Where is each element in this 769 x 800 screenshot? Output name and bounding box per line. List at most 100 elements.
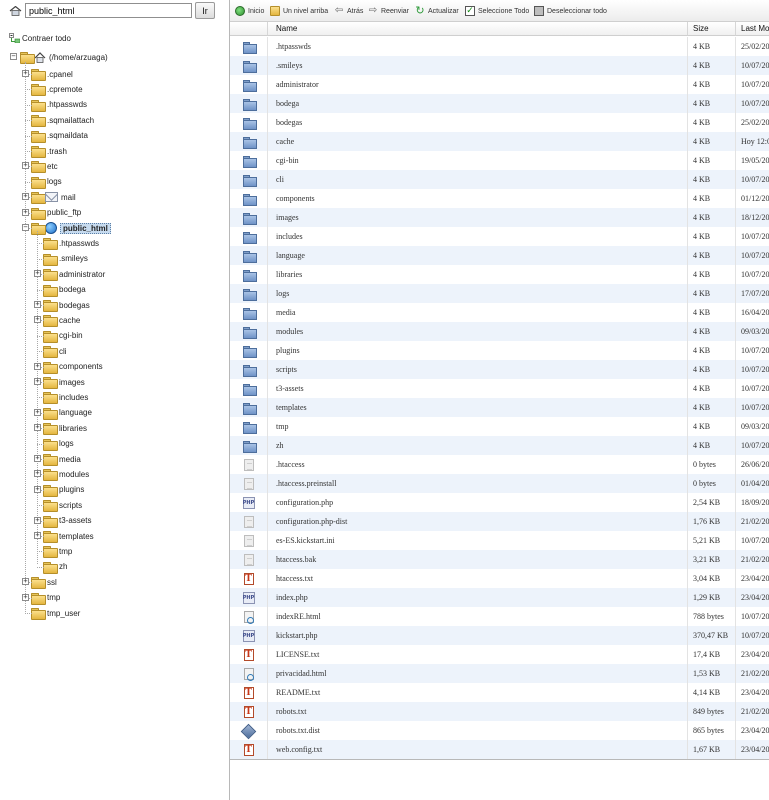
file-name[interactable]: zh [268, 436, 688, 455]
column-header-size[interactable]: Size [688, 22, 736, 36]
file-row[interactable]: PHP kickstart.php 370,47 KB 10/07/20 [230, 626, 769, 645]
file-name[interactable]: media [268, 303, 688, 322]
tree-node[interactable]: public_html [31, 221, 111, 235]
file-name[interactable]: es-ES.kickstart.ini [268, 531, 688, 550]
tree-node[interactable]: logs [31, 175, 62, 189]
file-name[interactable]: robots.txt [268, 702, 688, 721]
tree-expand-toggle[interactable]: + [22, 193, 29, 201]
file-row[interactable]: scripts 4 KB 10/07/20 [230, 360, 769, 379]
file-name[interactable]: scripts [268, 360, 688, 379]
tree-node[interactable]: modules [43, 467, 89, 482]
tree-expand-toggle[interactable]: + [22, 593, 29, 601]
tree-node[interactable]: images [43, 375, 85, 389]
file-row[interactable]: bodega 4 KB 10/07/20 [230, 94, 769, 113]
back-button[interactable]: ⇦ Atrás [334, 5, 364, 17]
tree-expand-toggle[interactable]: + [34, 470, 41, 478]
file-row[interactable]: .smileys 4 KB 10/07/20 [230, 56, 769, 75]
tree-node[interactable]: cli [43, 344, 67, 359]
tree-node[interactable]: scripts [43, 498, 82, 513]
file-name[interactable]: cgi-bin [268, 151, 688, 170]
file-name[interactable]: components [268, 189, 688, 208]
tree-node[interactable]: plugins [43, 483, 84, 497]
file-name[interactable]: .htaccess.preinstall [268, 474, 688, 493]
tree-node[interactable]: administrator [43, 267, 105, 282]
file-name[interactable]: robots.txt.dist [268, 721, 688, 740]
tree-node[interactable]: .sqmaildata [31, 129, 88, 143]
column-header-last-modified[interactable]: Last Mod [736, 22, 769, 36]
file-row[interactable]: robots.txt.dist 865 bytes 23/04/20 [230, 721, 769, 740]
file-row[interactable]: T README.txt 4,14 KB 23/04/20 [230, 683, 769, 702]
tree-node[interactable]: tmp [43, 544, 72, 559]
file-row[interactable]: indexRE.html 788 bytes 10/07/20 [230, 607, 769, 626]
tree-node[interactable]: cache [43, 313, 80, 328]
tree-node-root[interactable]: (/home/arzuaga) [20, 50, 108, 64]
tree-node[interactable]: cgi-bin [43, 329, 83, 343]
refresh-button[interactable]: ↻ Actualizar [415, 5, 458, 17]
tree-node[interactable]: t3-assets [43, 514, 91, 528]
file-name[interactable]: t3-assets [268, 379, 688, 398]
file-row[interactable]: tmp 4 KB 09/03/20 [230, 417, 769, 436]
file-name[interactable]: index.php [268, 588, 688, 607]
collapse-all-button[interactable]: Contraer todo [9, 33, 71, 43]
tree-expand-toggle[interactable]: + [22, 208, 29, 216]
file-name[interactable]: configuration.php-dist [268, 512, 688, 531]
tree-expand-toggle[interactable]: + [34, 485, 41, 493]
file-row[interactable]: cli 4 KB 10/07/20 [230, 170, 769, 189]
file-name[interactable]: cli [268, 170, 688, 189]
tree-node[interactable]: components [43, 360, 103, 374]
file-name[interactable]: plugins [268, 341, 688, 360]
file-row[interactable]: administrator 4 KB 10/07/20 [230, 75, 769, 94]
tree-expand-toggle[interactable]: + [34, 301, 41, 308]
tree-node[interactable]: mail [31, 190, 76, 205]
tree-node[interactable]: includes [43, 390, 88, 405]
file-row[interactable]: configuration.php-dist 1,76 KB 21/02/20 [230, 512, 769, 531]
tree-node[interactable]: media [43, 452, 81, 466]
tree-node[interactable]: .smileys [43, 252, 88, 266]
select-all-button[interactable]: ✓ Seleccione Todo [465, 5, 529, 17]
file-name[interactable]: privacidad.html [268, 664, 688, 683]
up-one-level-button[interactable]: Un nivel arriba [270, 5, 328, 17]
file-name[interactable]: configuration.php [268, 493, 688, 512]
file-row[interactable]: .htaccess.preinstall 0 bytes 01/04/20 [230, 474, 769, 493]
file-name[interactable]: cache [268, 132, 688, 151]
file-row[interactable]: t3-assets 4 KB 10/07/20 [230, 379, 769, 398]
file-name[interactable]: .htaccess [268, 455, 688, 474]
file-row[interactable]: privacidad.html 1,53 KB 21/02/20 [230, 664, 769, 683]
file-row[interactable]: logs 4 KB 17/07/20 [230, 284, 769, 303]
tree-expand-toggle[interactable]: + [22, 162, 29, 170]
file-name[interactable]: language [268, 246, 688, 265]
file-name[interactable]: bodegas [268, 113, 688, 132]
go-button[interactable]: Ir [195, 2, 215, 19]
file-row[interactable]: components 4 KB 01/12/20 [230, 189, 769, 208]
file-row[interactable]: htaccess.bak 3,21 KB 21/02/20 [230, 550, 769, 569]
tree-node[interactable]: zh [43, 560, 67, 574]
file-name[interactable]: htaccess.bak [268, 550, 688, 569]
home-button[interactable]: Inicio [235, 5, 264, 17]
file-row[interactable]: templates 4 KB 10/07/20 [230, 398, 769, 417]
file-row[interactable]: images 4 KB 18/12/20 [230, 208, 769, 227]
tree-expand-toggle[interactable]: + [34, 532, 41, 539]
tree-node[interactable]: .htpasswds [31, 98, 87, 112]
tree-node[interactable]: public_ftp [31, 206, 81, 220]
file-name[interactable]: LICENSE.txt [268, 645, 688, 664]
tree-node[interactable]: .trash [31, 144, 67, 158]
file-row[interactable]: es-ES.kickstart.ini 5,21 KB 10/07/20 [230, 531, 769, 550]
tree-node[interactable]: etc [31, 159, 58, 174]
file-row[interactable]: .htaccess 0 bytes 26/06/20 [230, 455, 769, 474]
file-row[interactable]: bodegas 4 KB 25/02/20 [230, 113, 769, 132]
file-row[interactable]: media 4 KB 16/04/20 [230, 303, 769, 322]
file-name[interactable]: modules [268, 322, 688, 341]
deselect-all-button[interactable]: Deseleccionar todo [534, 5, 607, 17]
file-row[interactable]: modules 4 KB 09/03/20 [230, 322, 769, 341]
tree-node[interactable]: bodegas [43, 298, 90, 312]
file-name[interactable]: administrator [268, 75, 688, 94]
file-row[interactable]: cache 4 KB Hoy 12:0 [230, 132, 769, 151]
file-name[interactable]: kickstart.php [268, 626, 688, 645]
file-name[interactable]: bodega [268, 94, 688, 113]
file-row[interactable]: Trobots.txt 849 bytes 21/02/20 [230, 702, 769, 721]
file-name[interactable]: templates [268, 398, 688, 417]
file-row[interactable]: Thtaccess.txt 3,04 KB 23/04/20 [230, 569, 769, 588]
file-name[interactable]: images [268, 208, 688, 227]
file-row[interactable]: PHP configuration.php 2,54 KB 18/09/20 [230, 493, 769, 512]
file-row[interactable]: .htpasswds 4 KB 25/02/20 [230, 37, 769, 56]
